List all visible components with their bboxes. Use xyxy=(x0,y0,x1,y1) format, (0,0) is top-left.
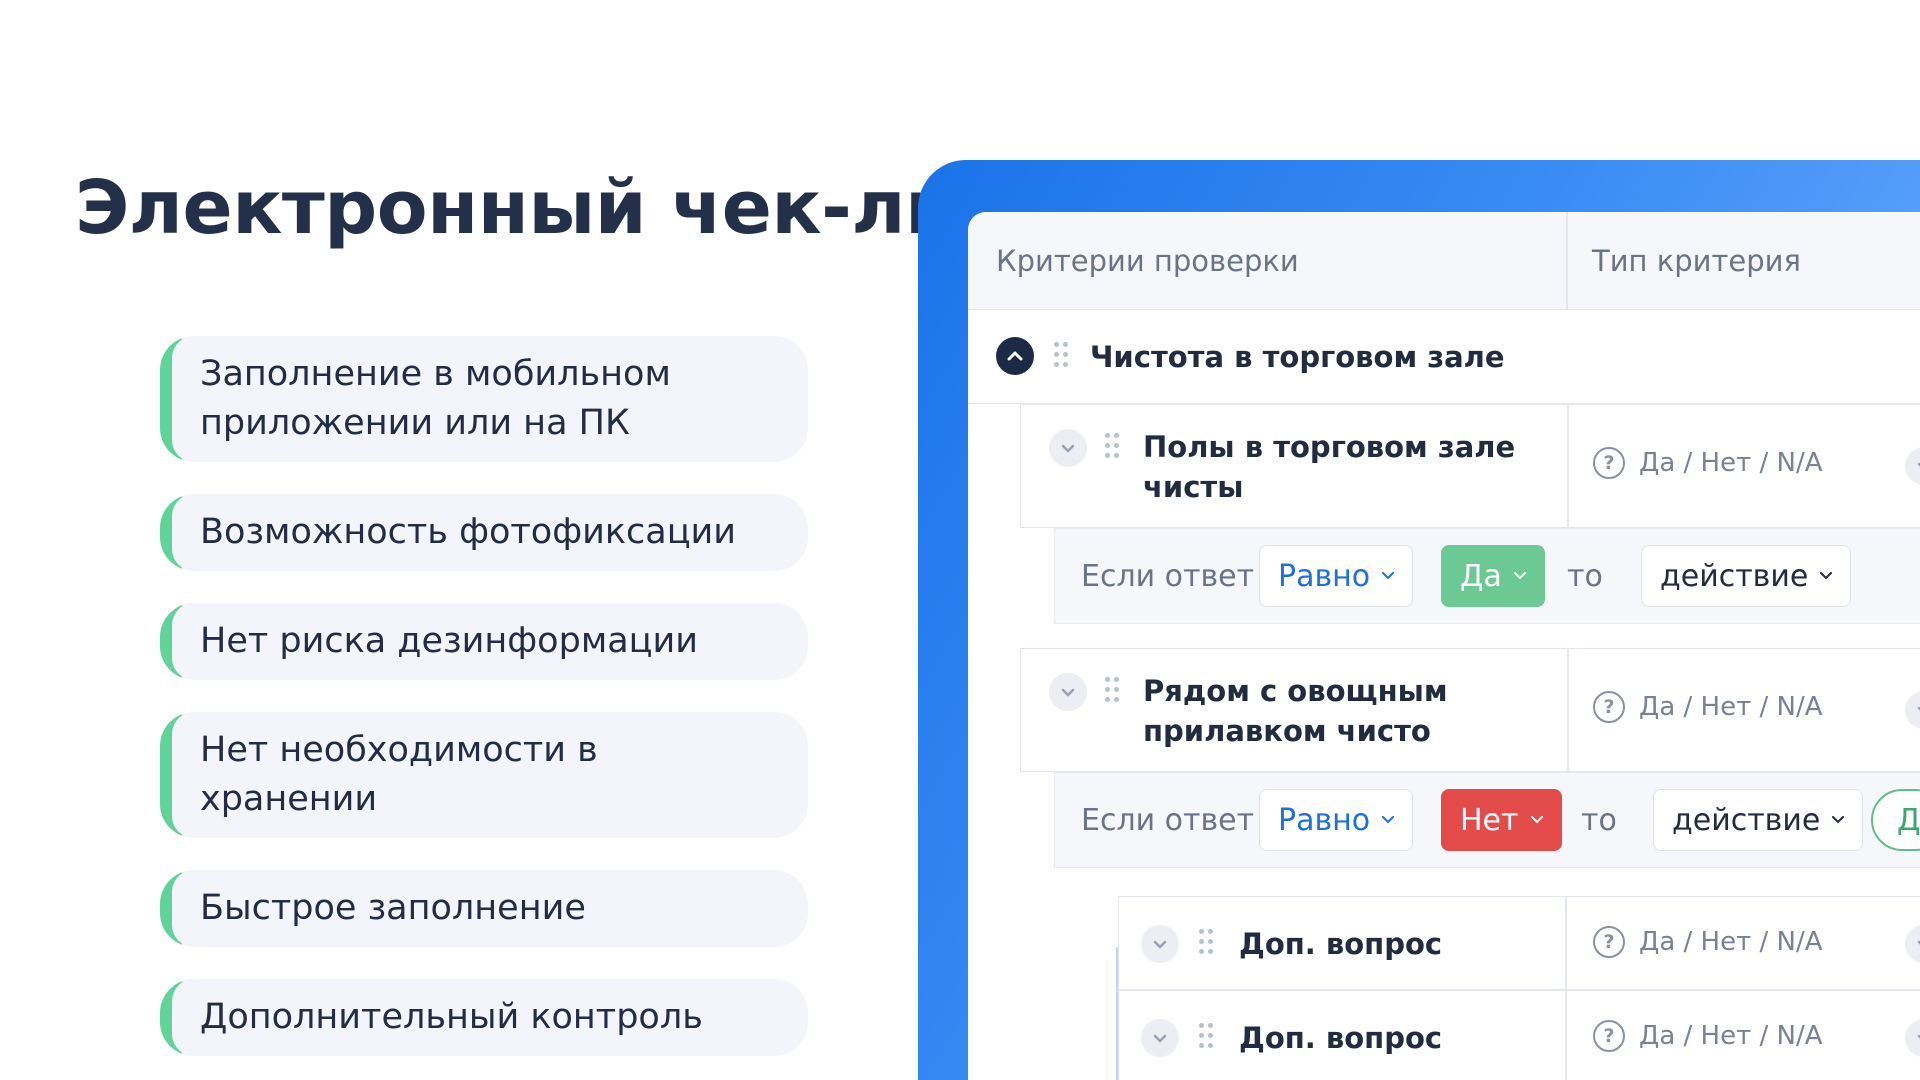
question-row: Полы в торговом зале чисты ? Да / Нет / … xyxy=(1020,404,1920,528)
action-select[interactable]: действие xyxy=(1641,545,1852,607)
drag-handle-icon[interactable] xyxy=(1105,433,1121,463)
if-answer-label: Если ответ xyxy=(1081,803,1255,838)
feature-label: Дополнительный контроль xyxy=(200,997,703,1037)
condition-row: Если ответ Равно Нет то действие Д xyxy=(1054,772,1920,868)
table-header: Критерии проверки Тип критерия xyxy=(968,212,1920,310)
operator-select[interactable]: Равно xyxy=(1259,545,1414,607)
column-divider xyxy=(1567,649,1569,771)
drag-handle-icon[interactable] xyxy=(1199,929,1215,959)
chevron-down-icon xyxy=(1382,816,1395,824)
chevron-down-icon xyxy=(1153,940,1167,949)
page-title: Электронный чек-лист xyxy=(75,165,1043,251)
sub-question-row: Доп. вопрос ? Да / Нет / N/A xyxy=(1118,896,1920,990)
feature-label: Возможность фотофиксации xyxy=(200,512,737,552)
feature-item: Возможность фотофиксации xyxy=(160,494,808,571)
chevron-down-icon xyxy=(1061,688,1075,697)
criteria-type: ? Да / Нет / N/A xyxy=(1593,1020,1823,1052)
expand-button[interactable] xyxy=(1049,673,1087,711)
action-value: действие xyxy=(1660,558,1809,594)
question-text: Полы в торговом зале чисты xyxy=(1143,430,1516,504)
drag-handle-icon[interactable] xyxy=(1199,1023,1215,1053)
group-row: Чистота в торговом зале xyxy=(968,310,1920,404)
feature-label: Нет риска дезинформации xyxy=(200,621,698,661)
type-dropdown-button[interactable] xyxy=(1905,691,1920,729)
chevron-down-icon xyxy=(1382,572,1395,580)
column-header-type: Тип критерия xyxy=(1592,244,1801,278)
feature-list: Заполнение в мобильном приложении или на… xyxy=(160,336,808,1080)
operator-value: Равно xyxy=(1278,558,1371,594)
answer-select-yes[interactable]: Да xyxy=(1441,545,1545,607)
chevron-up-icon xyxy=(1007,351,1023,361)
feature-label: Быстрое заполнение xyxy=(200,888,586,928)
feature-item: Заполнение в мобильном приложении или на… xyxy=(160,336,808,462)
column-divider xyxy=(1565,897,1567,989)
chevron-down-icon xyxy=(1513,572,1526,580)
action-value: действие xyxy=(1672,802,1821,838)
question-text: Доп. вопрос xyxy=(1239,927,1443,961)
operator-value: Равно xyxy=(1278,802,1371,838)
feature-item: Дополнительный контроль xyxy=(160,979,808,1056)
answer-value: Да xyxy=(1460,558,1502,594)
question-row: Рядом с овощным прилавком чисто ? Да / Н… xyxy=(1020,648,1920,772)
feature-item: Быстрое заполнение xyxy=(160,870,808,947)
feature-item: Нет риска дезинформации xyxy=(160,603,808,680)
expand-button[interactable] xyxy=(1141,925,1179,963)
type-dropdown-button[interactable] xyxy=(1905,447,1920,485)
if-answer-label: Если ответ xyxy=(1081,559,1255,594)
chevron-down-icon xyxy=(1820,572,1833,580)
expand-button[interactable] xyxy=(1141,1019,1179,1057)
column-divider xyxy=(1567,405,1569,527)
criteria-type-label: Да / Нет / N/A xyxy=(1639,1021,1823,1051)
question-icon: ? xyxy=(1593,447,1625,479)
criteria-type-label: Да / Нет / N/A xyxy=(1639,448,1823,478)
question-text: Доп. вопрос xyxy=(1239,1021,1443,1055)
question-icon: ? xyxy=(1593,691,1625,723)
feature-label: Нет необходимости в хранении xyxy=(200,730,598,819)
group-title: Чистота в торговом зале xyxy=(1090,340,1505,374)
sub-question-row: Доп. вопрос ? Да / Нет / N/A xyxy=(1118,990,1920,1080)
collapse-button[interactable] xyxy=(996,337,1034,375)
add-action-button[interactable]: Д xyxy=(1871,789,1920,851)
then-label: то xyxy=(1567,559,1603,594)
type-dropdown-button[interactable] xyxy=(1905,925,1920,963)
criteria-type: ? Да / Нет / N/A xyxy=(1593,691,1823,723)
add-action-label: Д xyxy=(1897,802,1920,838)
question-icon: ? xyxy=(1593,926,1625,958)
criteria-type: ? Да / Нет / N/A xyxy=(1593,926,1823,958)
expand-button[interactable] xyxy=(1049,429,1087,467)
type-dropdown-button[interactable] xyxy=(1905,1019,1920,1057)
question-text: Рядом с овощным прилавком чисто xyxy=(1143,674,1448,748)
criteria-type-label: Да / Нет / N/A xyxy=(1639,927,1823,957)
drag-handle-icon[interactable] xyxy=(1105,677,1121,707)
condition-row: Если ответ Равно Да то действие xyxy=(1054,528,1920,624)
chevron-down-icon xyxy=(1832,816,1845,824)
column-header-criteria: Критерии проверки xyxy=(996,244,1299,278)
criteria-type-label: Да / Нет / N/A xyxy=(1639,692,1823,722)
question-icon: ? xyxy=(1593,1020,1625,1052)
feature-item: Нет необходимости в хранении xyxy=(160,712,808,838)
column-divider xyxy=(1565,991,1567,1080)
then-label: то xyxy=(1581,803,1617,838)
criteria-type: ? Да / Нет / N/A xyxy=(1593,447,1823,479)
action-select[interactable]: действие xyxy=(1653,789,1864,851)
chevron-down-icon xyxy=(1153,1034,1167,1043)
answer-select-no[interactable]: Нет xyxy=(1441,789,1562,851)
checklist-preview-panel: Критерии проверки Тип критерия Чистота в… xyxy=(918,160,1920,1080)
operator-select[interactable]: Равно xyxy=(1259,789,1414,851)
chevron-down-icon xyxy=(1530,816,1543,824)
checklist-table: Критерии проверки Тип критерия Чистота в… xyxy=(968,212,1920,1080)
feature-label: Заполнение в мобильном приложении или на… xyxy=(200,354,671,443)
answer-value: Нет xyxy=(1460,802,1519,838)
column-divider xyxy=(1566,212,1568,309)
drag-handle-icon[interactable] xyxy=(1054,342,1070,372)
chevron-down-icon xyxy=(1061,444,1075,453)
